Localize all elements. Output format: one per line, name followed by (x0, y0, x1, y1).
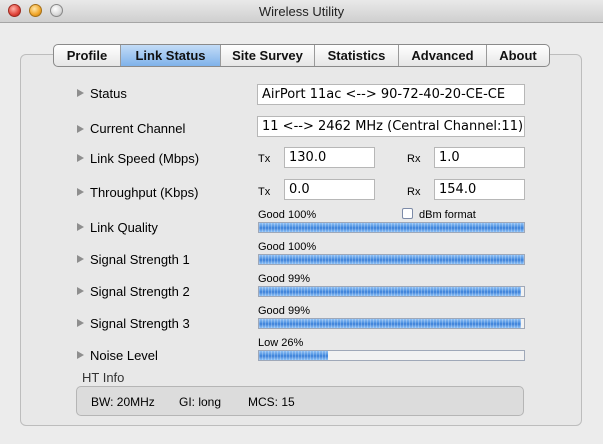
tab-about[interactable]: About (486, 45, 549, 66)
tab-profile[interactable]: Profile (54, 45, 120, 66)
tab-advanced[interactable]: Advanced (398, 45, 486, 66)
ht-info-box: BW: 20MHz GI: long MCS: 15 (76, 386, 524, 416)
noise-level-bar (258, 350, 525, 361)
link-quality-text: Good 100% (258, 209, 317, 221)
throughput-rx-field: 154.0 (434, 179, 525, 200)
link-quality-bar-fill (259, 223, 524, 232)
disclosure-arrow-icon[interactable] (77, 125, 84, 133)
signal-strength-2-text: Good 99% (258, 273, 310, 285)
signal-strength-1-text: Good 100% (258, 241, 317, 253)
disclosure-arrow-icon[interactable] (77, 255, 84, 263)
tab-site-survey[interactable]: Site Survey (220, 45, 314, 66)
signal-strength-1-bar (258, 254, 525, 265)
signal-strength-3-bar-fill (259, 319, 522, 328)
status-field: AirPort 11ac <--> 90-72-40-20-CE-CE (257, 84, 525, 105)
signal-strength-2-bar-fill (259, 287, 522, 296)
channel-label: Current Channel (90, 121, 186, 136)
tab-bar: Profile Link Status Site Survey Statisti… (53, 44, 550, 67)
disclosure-arrow-icon[interactable] (77, 351, 84, 359)
signal-strength-1-label: Signal Strength 1 (90, 252, 190, 267)
signal-strength-1-bar-fill (259, 255, 524, 264)
window-title: Wireless Utility (258, 4, 345, 19)
tab-link-status[interactable]: Link Status (120, 45, 220, 66)
link-speed-tx-label: Tx (258, 153, 271, 165)
link-speed-tx-field: 130.0 (284, 147, 375, 168)
signal-strength-2-label: Signal Strength 2 (90, 284, 190, 299)
signal-strength-3-bar (258, 318, 525, 329)
ht-bw: BW: 20MHz (91, 395, 155, 409)
noise-level-bar-fill (259, 351, 328, 360)
link-speed-label: Link Speed (Mbps) (90, 151, 200, 166)
noise-level-text: Low 26% (258, 337, 304, 349)
dbm-format-label: dBm format (419, 209, 476, 221)
disclosure-arrow-icon[interactable] (77, 223, 84, 231)
disclosure-arrow-icon[interactable] (77, 287, 84, 295)
disclosure-arrow-icon[interactable] (77, 188, 84, 196)
ht-mcs: MCS: 15 (248, 395, 295, 409)
tab-statistics[interactable]: Statistics (314, 45, 398, 66)
link-quality-label: Link Quality (90, 220, 158, 235)
noise-level-label: Noise Level (90, 348, 158, 363)
signal-strength-2-bar (258, 286, 525, 297)
dbm-format-checkbox[interactable] (402, 208, 413, 219)
throughput-label: Throughput (Kbps) (90, 185, 199, 200)
ht-info-title: HT Info (82, 370, 125, 385)
link-quality-bar (258, 222, 525, 233)
ht-gi: GI: long (179, 395, 222, 409)
throughput-rx-label: Rx (407, 186, 421, 198)
disclosure-arrow-icon[interactable] (77, 154, 84, 162)
throughput-tx-label: Tx (258, 186, 271, 198)
signal-strength-3-text: Good 99% (258, 305, 310, 317)
title-bar: Wireless Utility (0, 0, 603, 23)
link-speed-rx-field: 1.0 (434, 147, 525, 168)
signal-strength-3-label: Signal Strength 3 (90, 316, 190, 331)
link-speed-rx-label: Rx (407, 153, 421, 165)
throughput-tx-field: 0.0 (284, 179, 375, 200)
disclosure-arrow-icon[interactable] (77, 319, 84, 327)
channel-field: 11 <--> 2462 MHz (Central Channel:11) (257, 116, 525, 137)
status-label: Status (90, 86, 127, 101)
disclosure-arrow-icon[interactable] (77, 89, 84, 97)
